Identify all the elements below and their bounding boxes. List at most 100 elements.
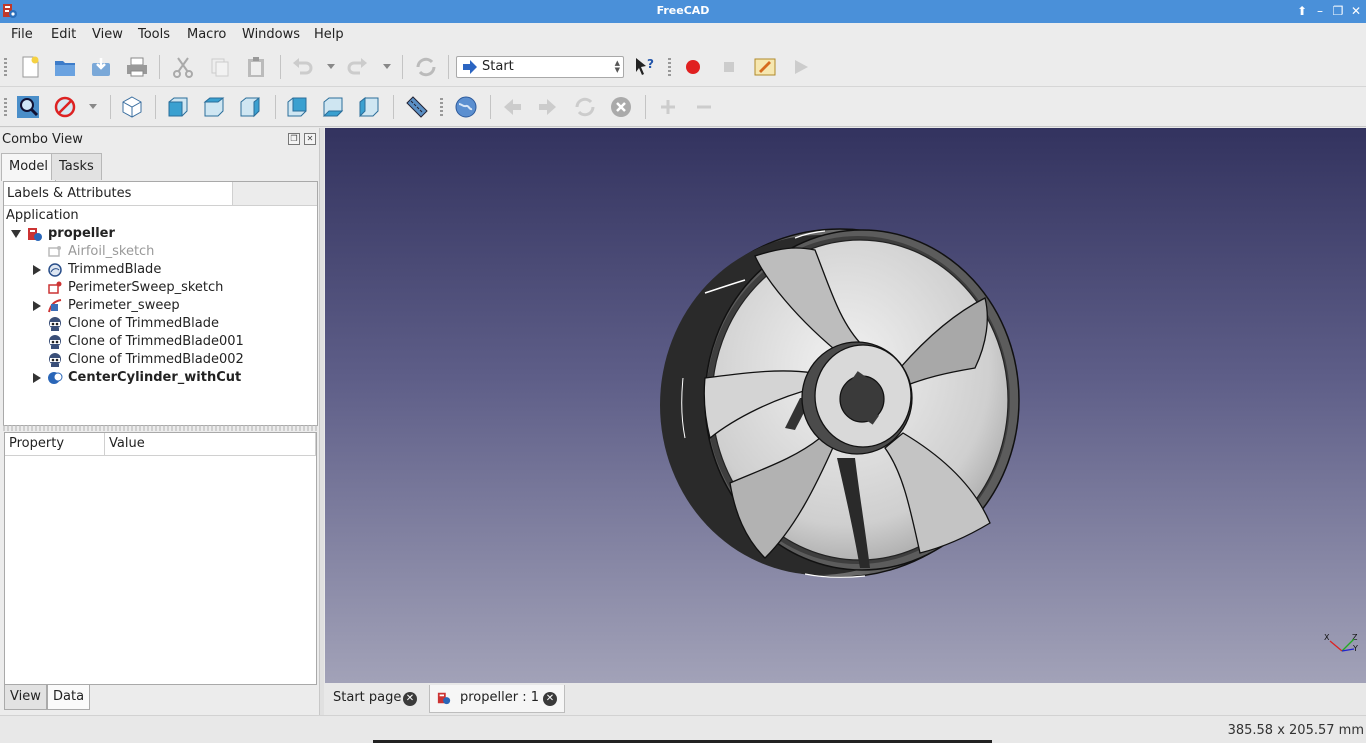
view-isometric-button[interactable]	[120, 95, 144, 119]
tree-property-splitter[interactable]	[3, 425, 318, 431]
cube-top-icon	[203, 97, 225, 117]
view-bottom-button[interactable]	[321, 95, 345, 119]
close-panel-button[interactable]: ✕	[304, 133, 316, 145]
toolbar-grip[interactable]	[440, 98, 443, 116]
tab-view[interactable]: View	[4, 685, 47, 710]
browser-back-button[interactable]	[500, 95, 524, 119]
new-document-button[interactable]	[18, 55, 42, 79]
zoom-out-button[interactable]	[692, 95, 716, 119]
tab-data[interactable]: Data	[47, 685, 91, 710]
3d-viewport[interactable]: X Z Y	[325, 128, 1366, 683]
sketch-icon	[48, 281, 62, 294]
tree-item-label: Clone of TrimmedBlade002	[68, 352, 244, 367]
open-folder-icon	[55, 61, 75, 76]
zoom-in-button[interactable]	[656, 95, 680, 119]
view-top-button[interactable]	[202, 95, 226, 119]
refresh-button[interactable]	[414, 55, 438, 79]
browser-refresh-button[interactable]	[573, 95, 597, 119]
tree-item-label: Airfoil_sketch	[68, 244, 155, 259]
zoom-fit-icon	[17, 96, 39, 118]
shape-icon	[48, 263, 62, 277]
document-icon	[437, 692, 451, 705]
measure-distance-button[interactable]	[405, 95, 429, 119]
macro-editor-icon	[754, 58, 776, 76]
separator	[448, 55, 449, 79]
tab-model[interactable]: Model	[1, 153, 57, 181]
view-right-button[interactable]	[238, 95, 262, 119]
macro-record-button[interactable]	[681, 55, 705, 79]
view-left-button[interactable]	[357, 95, 381, 119]
draw-style-dropdown[interactable]	[89, 104, 97, 109]
menu-bar: File Edit View Tools Macro Windows Help	[0, 23, 1366, 47]
fit-all-button[interactable]	[16, 95, 40, 119]
panel-splitter[interactable]	[319, 128, 324, 715]
property-column-header[interactable]: Property	[5, 433, 105, 456]
menu-help[interactable]: Help	[314, 27, 344, 42]
tab-start-page[interactable]: Start page ✕	[325, 685, 425, 713]
value-column-header[interactable]: Value	[105, 433, 316, 456]
tree-column-header[interactable]: Labels & Attributes	[4, 182, 233, 206]
browser-stop-button[interactable]	[609, 95, 633, 119]
redo-button[interactable]	[346, 55, 370, 79]
menu-tools[interactable]: Tools	[138, 27, 170, 42]
web-browser-button[interactable]	[454, 95, 478, 119]
cube-rear-icon	[287, 97, 307, 117]
view-rear-button[interactable]	[285, 95, 309, 119]
macro-stop-button[interactable]	[717, 55, 741, 79]
toolbar-grip[interactable]	[4, 98, 7, 116]
execute-macro-button[interactable]	[789, 55, 813, 79]
svg-text:Y: Y	[1352, 644, 1358, 653]
tab-propeller[interactable]: propeller : 1 ✕	[429, 685, 565, 713]
view-front-button[interactable]	[166, 95, 190, 119]
svg-text:X: X	[1324, 633, 1330, 642]
tree-item-label: Perimeter_sweep	[68, 298, 180, 313]
close-tab-icon[interactable]: ✕	[403, 692, 417, 706]
close-tab-icon[interactable]: ✕	[543, 692, 557, 706]
menu-macro[interactable]: Macro	[187, 27, 226, 42]
menu-view[interactable]: View	[92, 27, 123, 42]
save-icon	[92, 58, 110, 76]
propeller-model[interactable]	[325, 128, 1366, 683]
open-button[interactable]	[53, 55, 77, 79]
expand-arrow-icon[interactable]	[33, 265, 41, 275]
title-bar: FreeCAD ⬆ – ❐ ✕	[0, 0, 1366, 23]
expand-arrow-icon[interactable]	[33, 373, 41, 383]
keep-above-button[interactable]: ⬆	[1294, 2, 1310, 20]
separator	[275, 95, 276, 119]
whats-this-button[interactable]: ?	[633, 55, 657, 79]
axis-cross-icon: X Z Y	[1324, 633, 1358, 653]
browser-forward-button[interactable]	[536, 95, 560, 119]
menu-file[interactable]: File	[11, 27, 33, 42]
toolbar-grip[interactable]	[4, 58, 7, 76]
tree-item-label: TrimmedBlade	[68, 262, 162, 277]
clone-icon	[49, 335, 61, 349]
undo-dropdown[interactable]	[327, 64, 335, 69]
paste-button[interactable]	[244, 55, 268, 79]
expand-arrow-icon[interactable]	[33, 301, 41, 311]
save-button[interactable]	[89, 55, 113, 79]
minimize-button[interactable]: –	[1312, 2, 1328, 20]
float-panel-button[interactable]: ❐	[288, 133, 300, 145]
tree-item-label: CenterCylinder_withCut	[68, 370, 242, 385]
tree-item-label: Clone of TrimmedBlade001	[68, 334, 244, 349]
view-toolbar	[0, 87, 1366, 127]
cube-isometric-icon	[122, 96, 142, 118]
tab-tasks[interactable]: Tasks	[51, 153, 102, 180]
menu-windows[interactable]: Windows	[242, 27, 300, 42]
menu-edit[interactable]: Edit	[51, 27, 76, 42]
maximize-button[interactable]: ❐	[1330, 2, 1346, 20]
workbench-selector[interactable]: Start ▲ ▼	[456, 56, 624, 78]
redo-icon	[347, 58, 367, 75]
model-tree: Labels & Attributes Application propelle…	[3, 181, 318, 426]
cut-button[interactable]	[171, 55, 195, 79]
draw-style-button[interactable]	[53, 95, 77, 119]
macros-button[interactable]	[753, 55, 777, 79]
close-window-button[interactable]: ✕	[1348, 2, 1364, 20]
tree-item-label: Clone of TrimmedBlade	[68, 316, 219, 331]
print-button[interactable]	[125, 55, 149, 79]
copy-button[interactable]	[208, 55, 232, 79]
redo-dropdown[interactable]	[383, 64, 391, 69]
toolbar-grip[interactable]	[668, 58, 671, 76]
collapse-arrow-icon[interactable]	[11, 230, 21, 238]
undo-button[interactable]	[290, 55, 314, 79]
